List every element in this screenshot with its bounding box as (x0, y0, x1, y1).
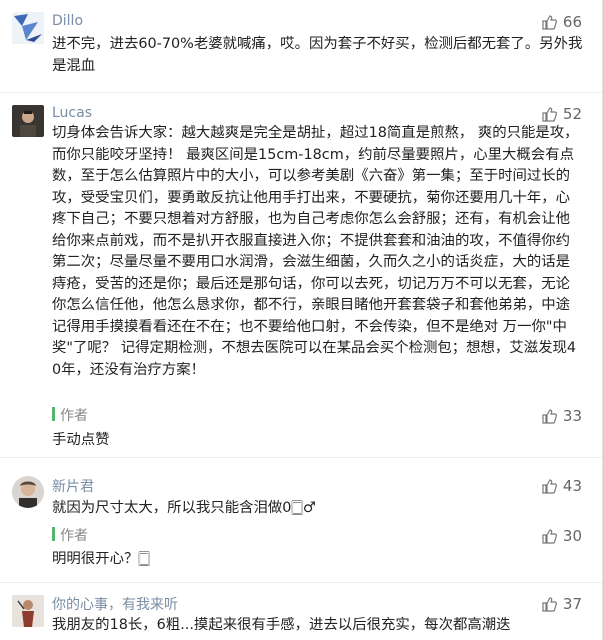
like-button[interactable]: 66 (541, 13, 582, 31)
comment-text: 切身体会告诉大家：越大越爽是完全是胡扯，超过18简直是煎熬， 爽的只能是攻，而你… (52, 125, 579, 378)
like-count: 37 (562, 595, 582, 613)
comment-nidexinshi: 你的心事，有我来听 37 我朋友的18长，6粗...摸起来很有手感，进去以后很充… (0, 585, 602, 640)
thumb-up-icon (542, 597, 557, 612)
avatar[interactable] (12, 595, 44, 627)
divider (0, 92, 602, 93)
author-name[interactable]: Lucas (52, 105, 92, 121)
like-count: 66 (562, 13, 582, 31)
like-button[interactable]: 43 (541, 477, 582, 495)
comment-feed: Dillo 66 进不完，进去60-70%老婆就喊痛，哎。因为套子不好买，检测后… (0, 0, 603, 640)
divider (0, 582, 602, 583)
like-button[interactable]: 52 (541, 105, 582, 123)
comment-lucas: Lucas 52 切身体会告诉大家：越大越爽是完全是胡扯，超过18简直是煎熬， … (0, 95, 602, 460)
author-reply-text: 明明很开心？🀆 (52, 551, 150, 567)
thumb-up-icon (542, 107, 557, 122)
thumb-up-icon (542, 15, 557, 30)
like-count: 43 (562, 477, 582, 495)
comment-text: 我朋友的18长，6粗...摸起来很有手感，进去以后很充实，每次都高潮迭 (52, 617, 511, 633)
like-count: 52 (562, 105, 582, 123)
thumb-up-icon (542, 529, 557, 544)
reply-like-button[interactable]: 33 (541, 407, 582, 425)
author-reply-marker (52, 527, 55, 541)
reply-like-button[interactable]: 30 (541, 527, 582, 545)
comment-xinpianjun: 新片君 43 就因为尺寸太大，所以我只能含泪做0🀆♂ 作者 30 明明很开心？🀆 (0, 460, 602, 585)
comment-text: 就因为尺寸太大，所以我只能含泪做0🀆♂ (52, 500, 316, 516)
comment-text: 进不完，进去60-70%老婆就喊痛，哎。因为套子不好买，检测后都无套了。另外我是… (52, 36, 583, 74)
like-count: 33 (562, 407, 582, 425)
author-name[interactable]: 你的心事，有我来听 (52, 594, 178, 614)
like-button[interactable]: 37 (541, 595, 582, 613)
comment-dillo: Dillo 66 进不完，进去60-70%老婆就喊痛，哎。因为套子不好买，检测后… (0, 0, 602, 95)
author-name[interactable]: Dillo (52, 13, 83, 29)
author-reply-label: 作者 (60, 408, 88, 424)
avatar[interactable] (12, 12, 44, 44)
author-name[interactable]: 新片君 (52, 476, 94, 496)
avatar[interactable] (12, 476, 44, 508)
author-reply-marker (52, 407, 55, 421)
author-reply-text: 手动点赞 (52, 432, 110, 448)
author-reply-label: 作者 (60, 528, 88, 544)
thumb-up-icon (542, 409, 557, 424)
avatar[interactable] (12, 105, 44, 137)
divider (0, 457, 602, 458)
thumb-up-icon (542, 479, 557, 494)
like-count: 30 (562, 527, 582, 545)
